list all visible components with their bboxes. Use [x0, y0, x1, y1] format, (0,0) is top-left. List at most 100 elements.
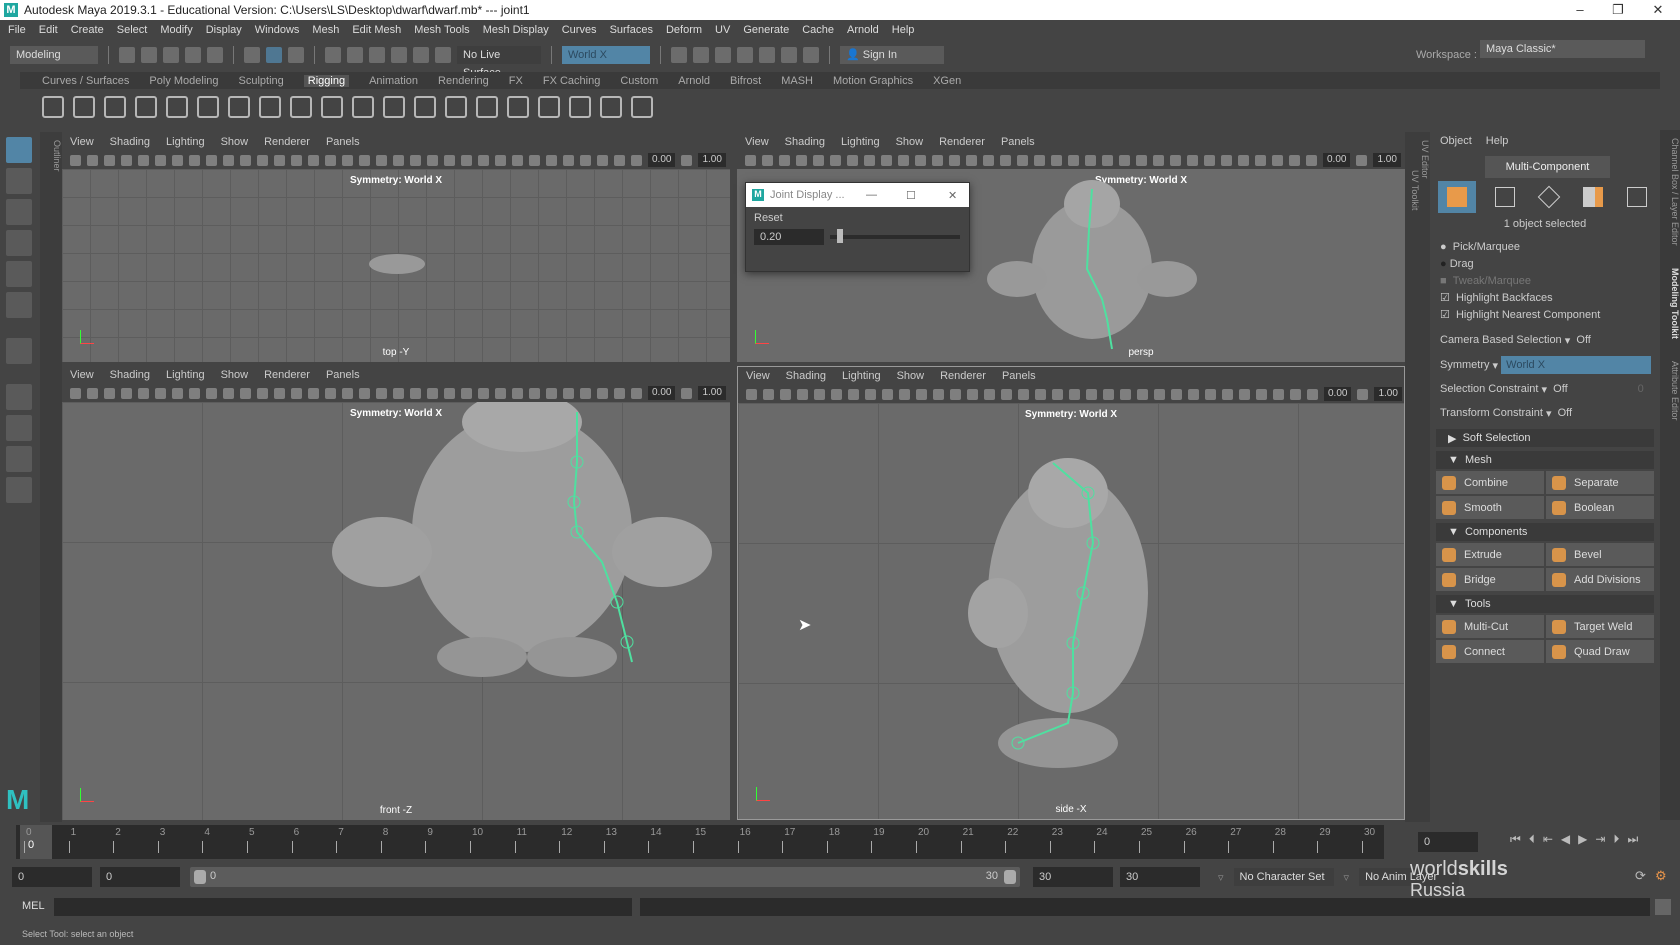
viewport-tool-icon[interactable]	[563, 154, 574, 166]
shelf-tab-curves-surfaces[interactable]: Curves / Surfaces	[42, 75, 129, 87]
shelf-tab-sculpting[interactable]: Sculpting	[239, 75, 284, 87]
constraint-point-icon[interactable]	[631, 96, 653, 118]
viewport-tool-icon[interactable]	[223, 387, 234, 399]
viewport-menu-panels[interactable]: Panels	[326, 369, 360, 381]
select-object-icon[interactable]	[266, 47, 282, 63]
viewport-tool-icon[interactable]	[1221, 154, 1232, 166]
viewport-tool-icon[interactable]	[410, 387, 421, 399]
viewport-tool-icon[interactable]	[864, 154, 875, 166]
ik-handle-icon[interactable]	[73, 96, 95, 118]
viewport-tool-icon[interactable]	[597, 387, 608, 399]
go-to-end-icon[interactable]: ⏭	[1627, 832, 1638, 847]
go-to-start-icon[interactable]: ⏮	[1510, 832, 1521, 847]
viewport-tool-icon[interactable]	[104, 387, 115, 399]
viewport-tool-icon[interactable]	[393, 154, 404, 166]
select-component-icon[interactable]	[288, 47, 304, 63]
character-set-dropdown[interactable]: No Character Set	[1233, 868, 1334, 886]
viewport-tool-icon[interactable]	[1069, 388, 1080, 400]
lasso-tool-icon[interactable]	[6, 168, 32, 194]
viewport-menu-show[interactable]: Show	[897, 370, 925, 382]
viewport-menu-shading[interactable]: Shading	[110, 136, 150, 148]
viewport-tool-icon[interactable]	[1136, 154, 1147, 166]
radio-drag[interactable]: ● Drag	[1430, 255, 1660, 272]
shelf-tab-rigging[interactable]: Rigging	[303, 74, 350, 87]
play-forward-icon[interactable]: ▶	[1578, 832, 1587, 847]
menu-uv[interactable]: UV	[715, 24, 730, 36]
bind-skin-icon[interactable]	[228, 96, 250, 118]
hypershade-icon[interactable]	[759, 47, 775, 63]
reset-menu[interactable]: Reset	[746, 207, 969, 229]
viewport-tool-icon[interactable]	[444, 387, 455, 399]
viewport-tool-icon[interactable]	[393, 387, 404, 399]
viewport-tool-icon[interactable]	[291, 387, 302, 399]
wire-icon[interactable]	[476, 96, 498, 118]
viewport-tool-icon[interactable]	[87, 387, 98, 399]
viewport-tool-icon[interactable]	[87, 154, 98, 166]
shelf-tab-motion-graphics[interactable]: Motion Graphics	[833, 75, 913, 87]
viewport-tool-icon[interactable]	[376, 154, 387, 166]
viewport-tool-icon[interactable]	[257, 154, 268, 166]
viewport-tool-icon[interactable]	[495, 154, 506, 166]
exposure-field[interactable]: 0.00	[1323, 153, 1351, 167]
step-forward-key-icon[interactable]: ⇥	[1595, 832, 1605, 847]
viewport-tool-icon[interactable]	[512, 387, 523, 399]
section-tools[interactable]: ▼ Tools	[1436, 595, 1654, 613]
start-time-field[interactable]: 0	[12, 867, 92, 887]
anim-prefs-icon[interactable]: ⚙	[1655, 868, 1667, 884]
viewport-tool-icon[interactable]	[427, 387, 438, 399]
viewport-tool-icon[interactable]	[983, 154, 994, 166]
viewport-menu-show[interactable]: Show	[221, 136, 249, 148]
viewport-tool-icon[interactable]	[291, 154, 302, 166]
move-tool-icon[interactable]	[6, 230, 32, 256]
viewport-menu-shading[interactable]: Shading	[786, 370, 826, 382]
viewport-tool-icon[interactable]	[966, 154, 977, 166]
viewport-tool-icon[interactable]	[614, 154, 625, 166]
menu-mesh[interactable]: Mesh	[312, 24, 339, 36]
viewport-tool-icon[interactable]	[461, 387, 472, 399]
viewport-tool-icon[interactable]	[950, 388, 961, 400]
multi-component-button[interactable]: Multi-Component	[1485, 156, 1610, 178]
undo-icon[interactable]	[185, 47, 201, 63]
gamma-icon[interactable]	[1357, 388, 1369, 400]
viewport-tool-icon[interactable]	[274, 387, 285, 399]
viewport-tool-icon[interactable]	[325, 154, 336, 166]
viewport-tool-icon[interactable]	[172, 387, 183, 399]
viewport-tool-icon[interactable]	[1018, 388, 1029, 400]
two-view-icon[interactable]	[6, 446, 32, 472]
add-divisions-button[interactable]: Add Divisions	[1546, 568, 1654, 591]
viewport-tool-icon[interactable]	[121, 154, 132, 166]
viewport-tool-icon[interactable]	[240, 387, 251, 399]
viewport-tool-icon[interactable]	[1171, 388, 1182, 400]
viewport-tool-icon[interactable]	[762, 154, 773, 166]
viewport-tool-icon[interactable]	[189, 154, 200, 166]
single-view-icon[interactable]	[6, 384, 32, 410]
skeleton-icon[interactable]	[166, 96, 188, 118]
multi-cut-button[interactable]: Multi-Cut	[1436, 615, 1544, 638]
snap-point-icon[interactable]	[369, 47, 385, 63]
play-backward-icon[interactable]: ◀	[1561, 832, 1570, 847]
live-surface-field[interactable]: No Live Surface	[457, 46, 541, 79]
copy-weights-icon[interactable]	[383, 96, 405, 118]
viewport-tool-icon[interactable]	[631, 387, 642, 399]
viewport-tool-icon[interactable]	[916, 388, 927, 400]
viewport-tool-icon[interactable]	[847, 154, 858, 166]
viewport-tool-icon[interactable]	[1086, 388, 1097, 400]
viewport-tool-icon[interactable]	[814, 388, 825, 400]
render-icon[interactable]	[671, 47, 687, 63]
viewport-menu-panels[interactable]: Panels	[1002, 370, 1036, 382]
radio-tweak-marquee[interactable]: ■ Tweak/Marquee	[1430, 272, 1660, 289]
menu-generate[interactable]: Generate	[743, 24, 789, 36]
playback-start-field[interactable]: 0	[100, 867, 180, 887]
save-scene-icon[interactable]	[163, 47, 179, 63]
viewport-tool-icon[interactable]	[155, 387, 166, 399]
connect-button[interactable]: Connect	[1436, 640, 1544, 663]
viewport-tool-icon[interactable]	[1255, 154, 1266, 166]
viewport-tool-icon[interactable]	[1256, 388, 1267, 400]
menu-help[interactable]: Help	[892, 24, 915, 36]
viewport-tool-icon[interactable]	[495, 387, 506, 399]
viewport-tool-icon[interactable]	[580, 387, 591, 399]
ipr-icon[interactable]	[715, 47, 731, 63]
menu-windows[interactable]: Windows	[255, 24, 300, 36]
checkbox-highlight-nearest[interactable]: ☑ Highlight Nearest Component	[1430, 306, 1660, 323]
shelf-tab-xgen[interactable]: XGen	[933, 75, 961, 87]
